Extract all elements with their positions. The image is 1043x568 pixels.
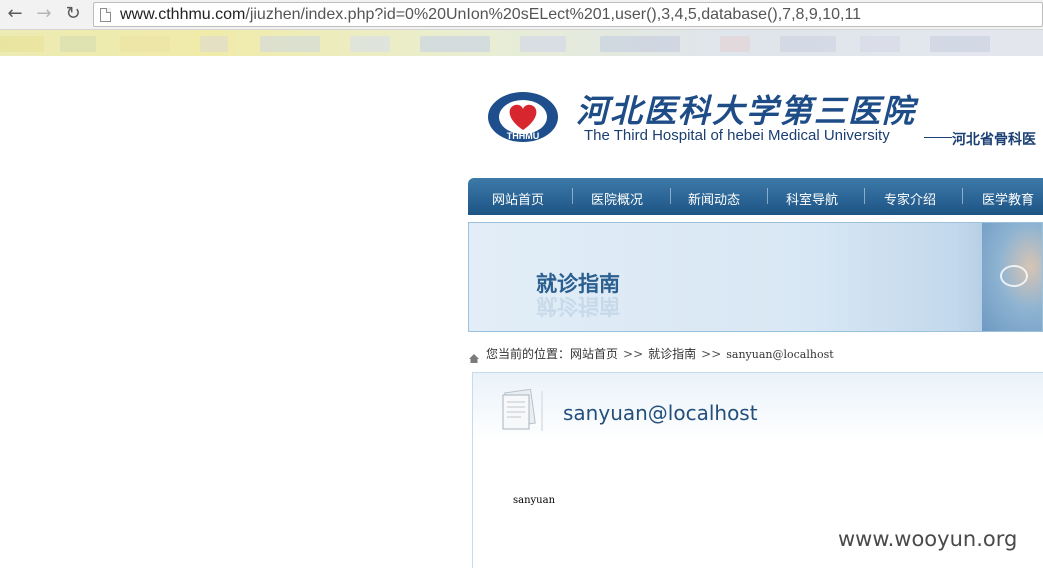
breadcrumb-home-link[interactable]: 网站首页 (570, 347, 618, 361)
breadcrumb-separator: >> (701, 347, 722, 361)
nav-separator (670, 188, 671, 204)
breadcrumb-separator: >> (623, 347, 644, 361)
nav-separator (572, 188, 573, 204)
nav-item-overview[interactable]: 医院概况 (591, 189, 643, 208)
hospital-logo[interactable]: THHMU (486, 90, 560, 144)
nav-item-home[interactable]: 网站首页 (492, 189, 544, 208)
header-right-text: 河北省骨科医 (952, 132, 1036, 148)
hospital-name: 河北医科大学第三医院 (576, 92, 917, 130)
document-icon (497, 385, 545, 435)
hospital-english-name: The Third Hospital of hebei Medical Univ… (584, 127, 890, 144)
nav-item-news[interactable]: 新闻动态 (688, 189, 740, 208)
browser-toolbar: ← → ↻ www.cthhmu.com/jiuzhen/index.php?i… (0, 0, 1043, 30)
reload-icon[interactable]: ↻ (62, 3, 84, 25)
breadcrumb-current: sanyuan@localhost (726, 348, 834, 361)
nav-separator (767, 188, 768, 204)
logo-text: THHMU (507, 131, 540, 141)
address-bar[interactable]: www.cthhmu.com/jiuzhen/index.php?id=0%20… (93, 2, 1043, 27)
nav-item-education[interactable]: 医学教育 (982, 189, 1034, 208)
banner-photo (982, 223, 1042, 331)
breadcrumb: 您当前的位置：网站首页 >> 就诊指南 >> sanyuan@localhost (486, 345, 834, 362)
watermark: www.wooyun.org (838, 527, 1018, 551)
page-icon (100, 8, 111, 22)
section-banner: 就诊指南 就诊指南 (468, 222, 1043, 332)
content-header: sanyuan@localhost (473, 373, 1043, 443)
breadcrumb-prefix: 您当前的位置： (486, 347, 571, 361)
forward-arrow-icon[interactable]: → (33, 3, 55, 25)
main-nav: 网站首页 医院概况 新闻动态 科室导航 专家介绍 医学教育 (468, 178, 1043, 215)
content-title: sanyuan@localhost (563, 401, 758, 425)
nav-item-departments[interactable]: 科室导航 (786, 189, 838, 208)
bookmarks-bar-blurred (0, 30, 1043, 56)
nav-item-experts[interactable]: 专家介绍 (884, 189, 936, 208)
home-icon (469, 348, 479, 363)
back-arrow-icon[interactable]: ← (4, 3, 26, 25)
url-path: /jiuzhen/index.php?id=0%20UnIon%20sELect… (245, 6, 862, 23)
url-text[interactable]: www.cthhmu.com/jiuzhen/index.php?id=0%20… (120, 6, 861, 24)
url-host: www.cthhmu.com (120, 6, 246, 23)
breadcrumb-section-link[interactable]: 就诊指南 (648, 347, 696, 361)
header-dash (924, 137, 952, 138)
nav-separator (864, 188, 865, 204)
content-body: sanyuan (513, 495, 556, 506)
nav-separator (962, 188, 963, 204)
banner-title-reflection: 就诊指南 (536, 294, 620, 318)
